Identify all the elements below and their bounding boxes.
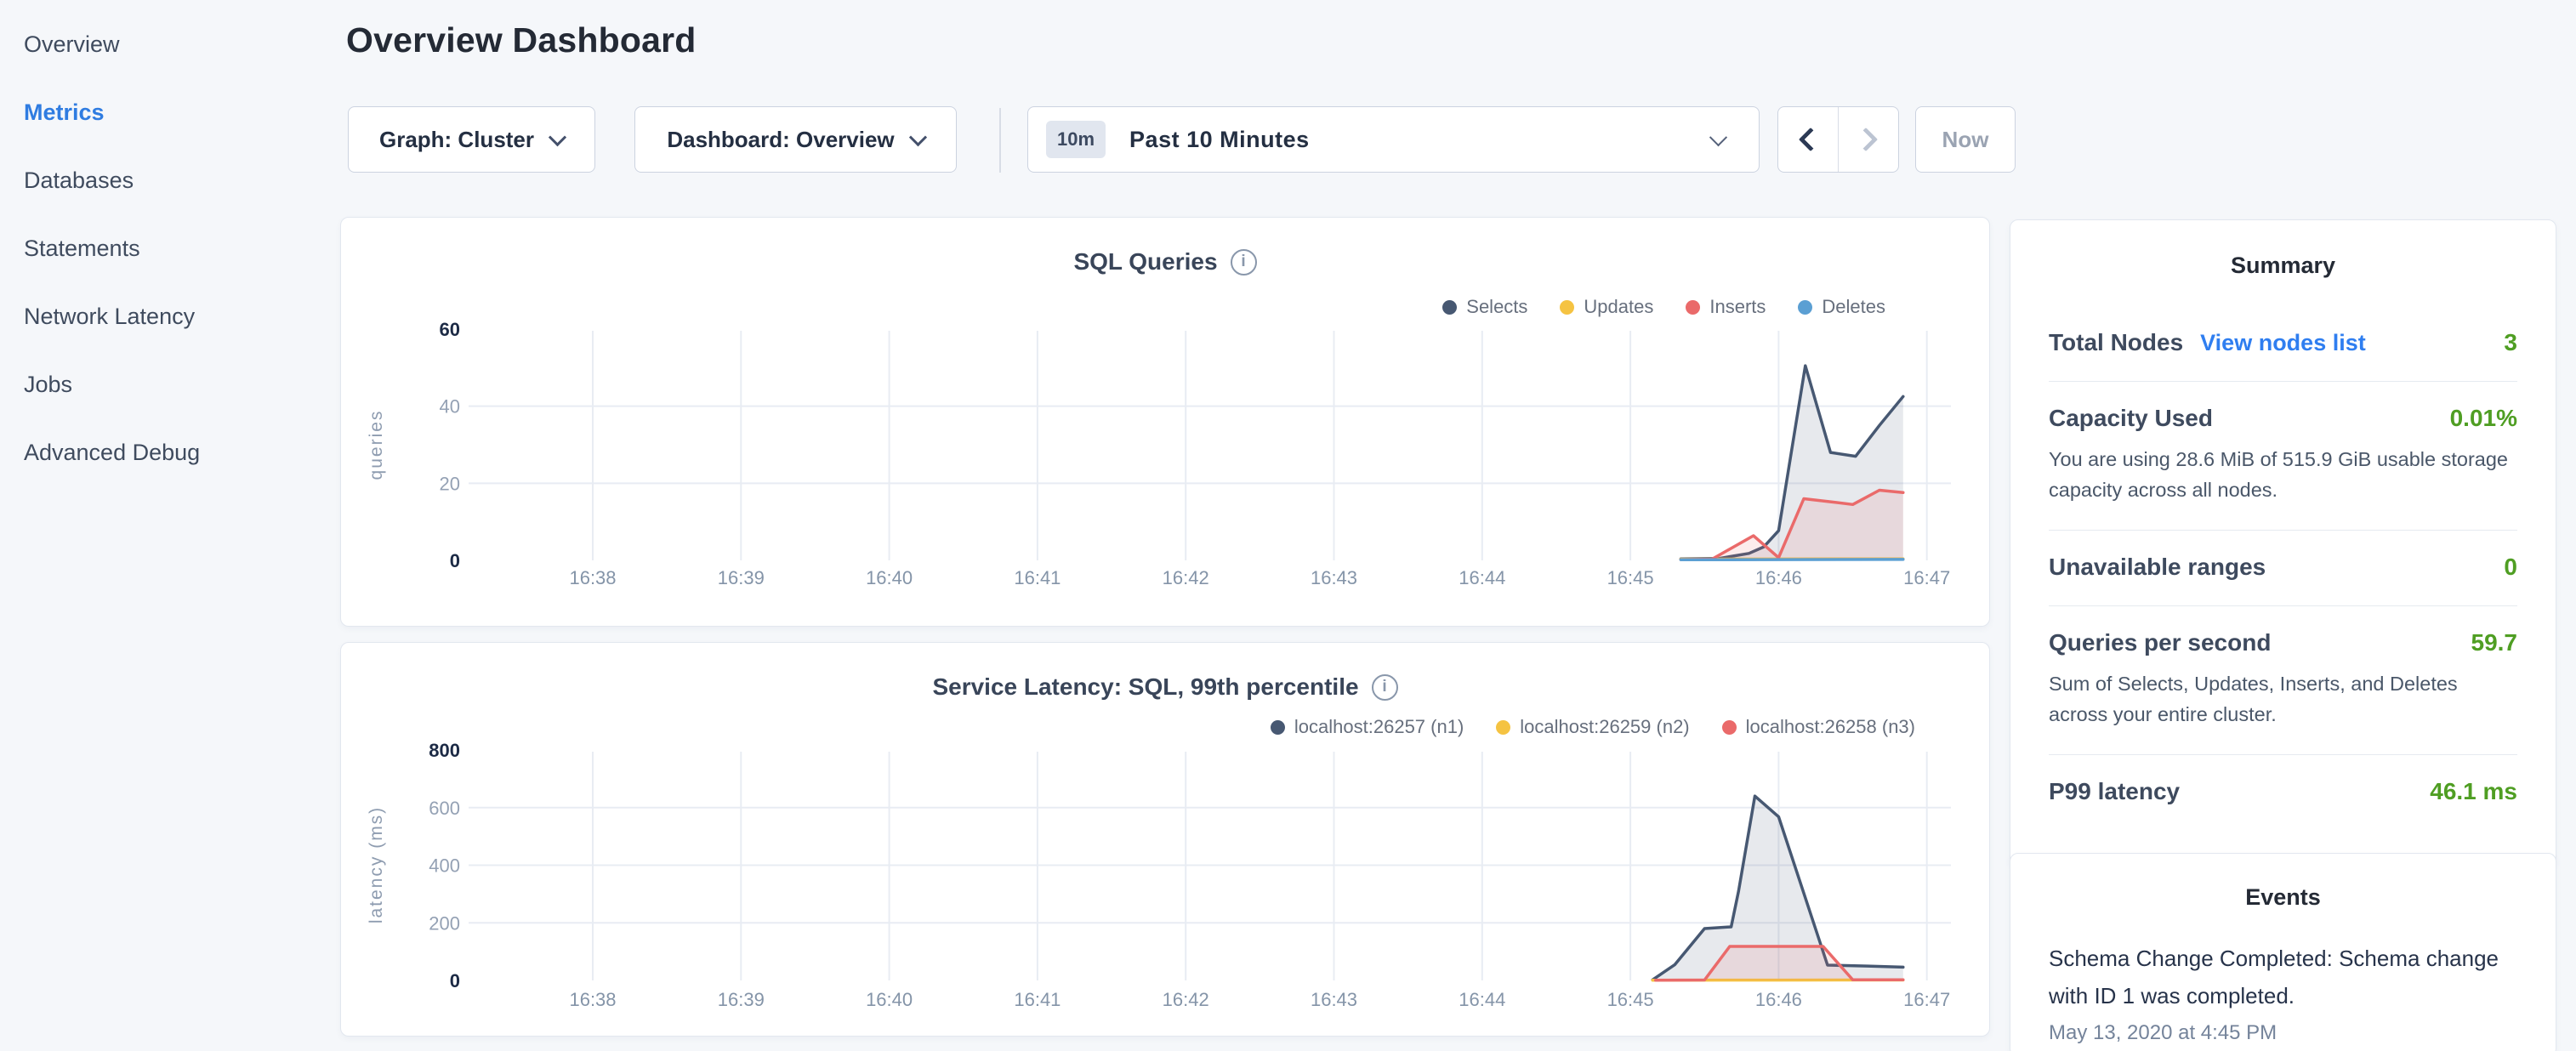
summary-title: Summary [2049,253,2517,279]
svg-text:16:44: 16:44 [1459,989,1505,1010]
summary-row-value: 0.01% [2450,405,2517,432]
summary-row-value: 3 [2504,329,2517,356]
svg-text:16:43: 16:43 [1311,989,1357,1010]
view-nodes-list-link[interactable]: View nodes list [2200,330,2366,356]
time-range-dropdown[interactable]: 10m Past 10 Minutes [1027,106,1760,173]
svg-text:16:42: 16:42 [1163,989,1209,1010]
service-latency-chart: 16:38 16:39 16:40 16:41 16:42 16:43 16:44 16:45… [341,643,1991,1037]
events-panel: Events Schema Change Completed: Schema c… [2010,853,2556,1051]
event-timestamp: May 13, 2020 at 4:45 PM [2049,1021,2517,1045]
chevron-right-icon [1854,128,1878,151]
summary-row: Total Nodes View nodes list 3 [2049,306,2517,381]
svg-text:16:41: 16:41 [1014,989,1061,1010]
svg-text:16:45: 16:45 [1607,567,1654,588]
svg-text:16:39: 16:39 [718,989,765,1010]
svg-text:16:40: 16:40 [866,567,913,588]
svg-text:16:38: 16:38 [569,989,616,1010]
sidebar-item-statements[interactable]: Statements [24,214,330,282]
svg-text:16:44: 16:44 [1459,567,1505,588]
time-window-badge: 10m [1046,121,1106,158]
page-title: Overview Dashboard [346,20,696,60]
toolbar: Graph: Cluster Dashboard: Overview 10m P… [0,106,2576,174]
summary-row-label: Capacity Used [2049,405,2213,432]
sql-queries-chart-card: SQL Queries i SelectsUpdatesInsertsDelet… [340,217,1990,627]
svg-text:20: 20 [440,473,460,494]
svg-text:16:41: 16:41 [1014,567,1061,588]
sidebar-item-overview[interactable]: Overview [24,10,330,78]
svg-text:16:39: 16:39 [718,567,765,588]
time-step-buttons [1777,106,1899,173]
svg-text:16:42: 16:42 [1163,567,1209,588]
svg-text:16:38: 16:38 [569,567,616,588]
sidebar-item-advanced-debug[interactable]: Advanced Debug [24,418,330,486]
chevron-down-icon [1709,128,1727,146]
sidebar: OverviewMetricsDatabasesStatementsNetwor… [24,10,330,486]
svg-text:16:46: 16:46 [1755,989,1802,1010]
svg-text:16:46: 16:46 [1755,567,1802,588]
sidebar-item-network-latency[interactable]: Network Latency [24,282,330,350]
service-latency-chart-card: Service Latency: SQL, 99th percentile i … [340,642,1990,1037]
dashboard-dropdown-label: Dashboard: Overview [667,127,894,153]
summary-row-value: 0 [2504,554,2517,581]
events-list: Schema Change Completed: Schema change w… [2049,940,2517,1045]
summary-row: Unavailable ranges 0 [2049,530,2517,605]
svg-text:0: 0 [450,550,460,571]
summary-row-value: 46.1 ms [2430,778,2517,805]
chevron-left-icon [1799,128,1823,151]
chevron-down-icon [549,128,566,146]
summary-panel: Summary Total Nodes View nodes list 3 Capac… [2010,219,2556,866]
now-button[interactable]: Now [1915,106,2016,173]
time-forward-button[interactable] [1838,107,1898,172]
svg-text:16:47: 16:47 [1903,567,1950,588]
svg-text:40: 40 [440,396,460,418]
chevron-down-icon [909,128,927,146]
svg-text:800: 800 [429,740,460,761]
svg-text:400: 400 [429,855,460,877]
summary-row-label: Total Nodes [2049,329,2183,356]
svg-text:16:43: 16:43 [1311,567,1357,588]
time-window-label: Past 10 Minutes [1129,127,1712,153]
graph-dropdown[interactable]: Graph: Cluster [348,106,595,173]
summary-row: Capacity Used 0.01% You are using 28.6 MiB… [2049,381,2517,530]
graph-dropdown-label: Graph: Cluster [379,127,534,153]
svg-text:60: 60 [440,319,460,340]
summary-row-label: Unavailable ranges [2049,554,2266,581]
toolbar-divider [999,108,1001,173]
svg-text:16:40: 16:40 [866,989,913,1010]
time-back-button[interactable] [1778,107,1838,172]
events-title: Events [2049,884,2517,911]
svg-text:16:47: 16:47 [1903,989,1950,1010]
sql-queries-chart: 16:38 16:39 16:40 16:41 16:42 16:43 16:44 16:45… [341,218,1991,628]
svg-text:0: 0 [450,970,460,991]
summary-rows: Total Nodes View nodes list 3 Capacity Used… [2049,306,2517,830]
summary-row: P99 latency 46.1 ms [2049,754,2517,830]
summary-row-label: P99 latency [2049,778,2180,805]
svg-text:16:45: 16:45 [1607,989,1654,1010]
sidebar-item-jobs[interactable]: Jobs [24,350,330,418]
app-root: OverviewMetricsDatabasesStatementsNetwor… [0,0,2576,1051]
event-text: Schema Change Completed: Schema change w… [2049,940,2517,1014]
summary-row-description: You are using 28.6 MiB of 515.9 GiB usab… [2049,444,2517,505]
svg-text:latency (ms): latency (ms) [367,806,386,923]
summary-row-description: Sum of Selects, Updates, Inserts, and De… [2049,668,2517,730]
summary-row-label: Queries per second [2049,629,2271,656]
summary-row: Queries per second 59.7 Sum of Selects, Up… [2049,605,2517,754]
svg-text:600: 600 [429,798,460,819]
svg-text:200: 200 [429,912,460,934]
svg-text:queries: queries [367,410,386,480]
dashboard-dropdown[interactable]: Dashboard: Overview [634,106,957,173]
summary-row-value: 59.7 [2471,629,2518,656]
